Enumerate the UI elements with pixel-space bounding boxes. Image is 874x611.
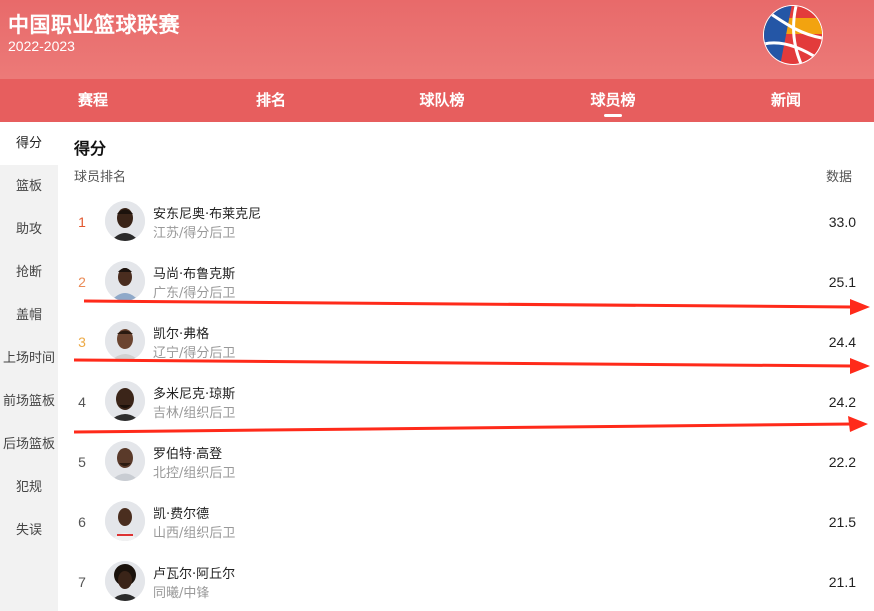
player-stat-value: 24.2 [828,394,856,410]
player-stat-value: 22.2 [828,454,856,470]
section-title: 得分 [74,139,107,158]
tab-standings[interactable]: 排名 [186,79,356,122]
page-title: 中国职业篮球联赛 [8,13,180,37]
sidebar-item-defensive-rebounds[interactable]: 后场篮板 [0,423,58,466]
player-avatar [105,321,145,361]
sidebar-item-points[interactable]: 得分 [0,122,58,165]
player-team-position: 广东/得分后卫 [153,286,236,301]
sidebar-item-turnovers[interactable]: 失误 [0,509,58,552]
player-name: 多米尼克·琼斯 [153,387,236,402]
player-avatar [105,201,145,241]
player-name: 安东尼奥·布莱克尼 [153,207,262,222]
cba-logo-icon [763,5,823,65]
player-row[interactable]: 5 罗伯特·高登 北控/组织后卫 22.2 [58,433,874,493]
tab-player-stats[interactable]: 球员榜 [528,79,698,122]
player-name: 马尚·布鲁克斯 [153,267,236,282]
player-avatar [105,441,145,481]
player-avatar [105,561,145,601]
player-name: 凯·费尔德 [153,507,210,522]
player-stat-value: 21.1 [828,574,856,590]
tab-schedule[interactable]: 赛程 [0,79,186,122]
player-rank: 6 [78,514,86,530]
player-stat-value: 21.5 [828,514,856,530]
player-team-position: 北控/组织后卫 [153,466,236,481]
player-row[interactable]: 7 卢瓦尔·阿丘尔 同曦/中锋 21.1 [58,553,874,611]
player-stat-value: 24.4 [828,334,856,350]
player-rank: 7 [78,574,86,590]
player-rank: 2 [78,274,86,290]
app-header: 中国职业篮球联赛 2022-2023 [0,0,874,79]
player-rank: 4 [78,394,86,410]
sidebar-item-assists[interactable]: 助攻 [0,208,58,251]
sidebar-item-blocks[interactable]: 盖帽 [0,294,58,337]
player-rank: 3 [78,334,86,350]
player-stat-value: 25.1 [828,274,856,290]
player-row[interactable]: 2 马尚·布鲁克斯 广东/得分后卫 25.1 [58,253,874,313]
player-stat-value: 33.0 [828,214,856,230]
player-row[interactable]: 3 凯尔·弗格 辽宁/得分后卫 24.4 [58,313,874,373]
player-team-position: 吉林/组织后卫 [153,406,236,421]
column-header-player-rank: 球员排名 [74,170,127,185]
player-avatar [105,501,145,541]
player-team-position: 山西/组织后卫 [153,526,236,541]
player-name: 卢瓦尔·阿丘尔 [153,567,236,582]
player-rank: 5 [78,454,86,470]
tab-news[interactable]: 新闻 [698,79,874,122]
player-team-position: 辽宁/得分后卫 [153,346,236,361]
sidebar-item-offensive-rebounds[interactable]: 前场篮板 [0,380,58,423]
sidebar-item-steals[interactable]: 抢断 [0,251,58,294]
stat-category-sidebar: 得分 篮板 助攻 抢断 盖帽 上场时间 前场篮板 后场篮板 犯规 失误 [0,122,58,611]
player-name: 凯尔·弗格 [153,327,210,342]
player-avatar [105,261,145,301]
player-row[interactable]: 6 凯·费尔德 山西/组织后卫 21.5 [58,493,874,553]
sidebar-item-minutes[interactable]: 上场时间 [0,337,58,380]
sidebar-item-rebounds[interactable]: 篮板 [0,165,58,208]
column-header-data: 数据 [825,170,852,185]
player-avatar [105,381,145,421]
player-name: 罗伯特·高登 [153,447,223,462]
ranking-panel: 得分 球员排名 数据 1 安东尼奥·布莱克尼 江苏/得分后卫 33.0 2 马尚… [58,122,874,611]
player-row[interactable]: 1 安东尼奥·布莱克尼 江苏/得分后卫 33.0 [58,193,874,253]
sidebar-item-fouls[interactable]: 犯规 [0,466,58,509]
tab-team-stats[interactable]: 球队榜 [356,79,528,122]
main-tabs: 赛程 排名 球队榜 球员榜 新闻 [0,79,874,122]
player-team-position: 江苏/得分后卫 [153,226,236,241]
player-row[interactable]: 4 多米尼克·琼斯 吉林/组织后卫 24.2 [58,373,874,433]
player-team-position: 同曦/中锋 [153,586,210,601]
season-label: 2022-2023 [8,38,75,54]
player-rank: 1 [78,214,86,230]
